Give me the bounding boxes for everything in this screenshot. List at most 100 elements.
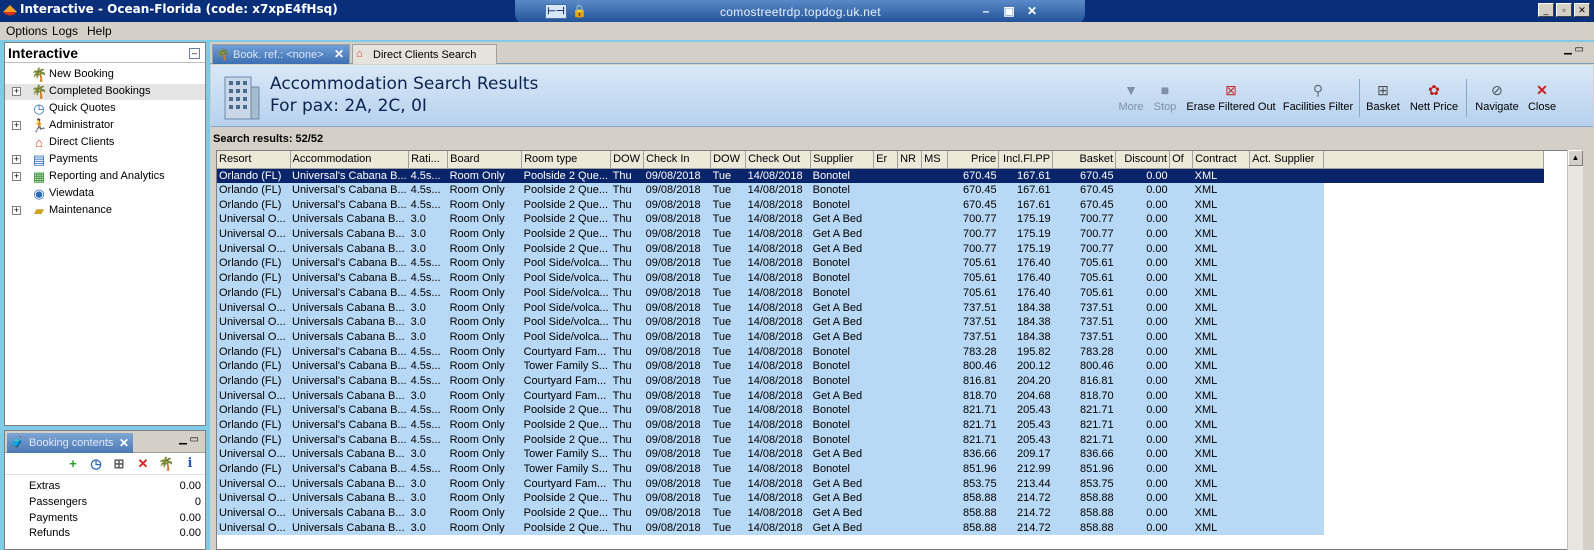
tab-booking-ref[interactable]: 🌴 Book. ref.: <none> ✕ xyxy=(212,44,350,64)
column-header[interactable]: Board xyxy=(447,151,523,169)
tab-direct-clients-search[interactable]: ⌂ Direct Clients Search xyxy=(352,44,497,64)
minimize-button[interactable]: _ xyxy=(1538,3,1554,17)
rdp-close-button[interactable]: ✕ xyxy=(1023,2,1041,20)
table-row[interactable]: Universal O... Universals Cabana B... 3.0 R… xyxy=(217,447,1544,462)
table-row[interactable]: Orlando (FL) Universal's Cabana B... 4.5s.… xyxy=(217,197,1544,213)
basket-button[interactable]: ⊞ Basket xyxy=(1365,79,1401,123)
column-header[interactable]: Accommodation xyxy=(290,151,410,169)
nav-item-maintenance[interactable]: + ▰ Maintenance xyxy=(5,203,205,219)
nav-item-reporting[interactable]: + ▦ Reporting and Analytics xyxy=(5,169,205,185)
table-row[interactable]: Orlando (FL) Universal's Cabana B... 4.5s.… xyxy=(217,403,1544,418)
column-header[interactable]: DOW xyxy=(710,151,747,169)
menu-help[interactable]: Help xyxy=(87,24,112,38)
table-row[interactable]: Universal O... Universals Cabana B... 3.0 R… xyxy=(217,300,1544,315)
expand-icon[interactable]: + xyxy=(12,155,21,164)
more-button[interactable]: ▼ More xyxy=(1116,79,1146,123)
close-button[interactable]: ✕ xyxy=(1574,3,1590,17)
table-cell: 670.45 xyxy=(947,168,999,183)
nav-item-quick-quotes[interactable]: ◷ Quick Quotes xyxy=(5,101,205,117)
column-header[interactable]: NR xyxy=(897,151,923,169)
table-cell: XML xyxy=(1192,212,1250,227)
table-row[interactable]: Orlando (FL) Universal's Cabana B... 4.5s.… xyxy=(217,285,1544,301)
column-header[interactable]: Supplier xyxy=(810,151,875,169)
collapse-icon[interactable]: – xyxy=(189,48,200,59)
table-cell: Tue xyxy=(710,168,746,183)
info-icon[interactable]: i xyxy=(182,456,198,472)
table-row[interactable]: Orlando (FL) Universal's Cabana B... 4.5s.… xyxy=(217,270,1544,286)
table-row[interactable]: Orlando (FL) Universal's Cabana B... 4.5s.… xyxy=(217,344,1544,359)
table-row[interactable]: Universal O... Universals Cabana B... 3.0 R… xyxy=(217,241,1544,257)
table-cell xyxy=(921,476,948,492)
clock-icon[interactable]: ◷ xyxy=(88,456,104,472)
table-row[interactable]: Universal O... Universals Cabana B... 3.0 R… xyxy=(217,226,1544,242)
rdp-restore-button[interactable]: ▣ xyxy=(1000,2,1018,20)
column-header[interactable]: Incl.Fl.PP xyxy=(998,151,1054,169)
facilities-filter-button[interactable]: ⚲ Facilities Filter xyxy=(1282,79,1354,123)
close-icon[interactable]: ✕ xyxy=(119,436,129,450)
panel-controls[interactable]: ▁ ▭ xyxy=(179,434,199,445)
column-header[interactable]: Contract xyxy=(1192,151,1251,169)
table-row[interactable]: Orlando (FL) Universal's Cabana B... 4.5s.… xyxy=(217,373,1544,389)
column-header[interactable]: Discount xyxy=(1115,151,1171,169)
table-row[interactable]: Universal O... Universals Cabana B... 3.0 R… xyxy=(217,476,1544,492)
rdp-minimize-button[interactable]: – xyxy=(977,2,995,20)
table-row[interactable]: Orlando (FL) Universal's Cabana B... 4.5s.… xyxy=(217,432,1544,448)
maximize-button[interactable]: ▫ xyxy=(1556,3,1572,17)
table-row[interactable]: Orlando (FL) Universal's Cabana B... 4.5s.… xyxy=(217,168,1544,183)
erase-filtered-out-button[interactable]: ⊠ Erase Filtered Out xyxy=(1184,79,1278,123)
booking-contents-tab[interactable]: 🧳 Booking contents ✕ xyxy=(7,433,133,453)
table-cell: 09/08/2018 xyxy=(643,505,711,521)
pin-icon[interactable]: ⊢⊣ xyxy=(545,4,567,19)
table-row[interactable]: Orlando (FL) Universal's Cabana B... 4.5s.… xyxy=(217,417,1544,433)
nav-item-completed-bookings[interactable]: + 🌴 Completed Bookings xyxy=(5,84,205,100)
menu-options[interactable]: Options xyxy=(6,24,47,38)
column-header[interactable]: DOW xyxy=(610,151,645,169)
column-header[interactable]: Check In xyxy=(643,151,712,169)
menu-logs[interactable]: Logs xyxy=(52,24,78,38)
table-row[interactable]: Universal O... Universals Cabana B... 3.0 R… xyxy=(217,505,1544,521)
column-header[interactable]: Er xyxy=(873,151,899,169)
column-header[interactable]: Room type xyxy=(521,151,612,169)
column-header[interactable]: Of xyxy=(1169,151,1194,169)
table-cell: 14/08/2018 xyxy=(745,373,811,389)
document-controls[interactable]: ▁ ▭ xyxy=(1564,44,1584,55)
nav-item-new-booking[interactable]: 🌴 New Booking xyxy=(5,67,205,83)
scroll-up-icon[interactable]: ▲ xyxy=(1568,150,1583,166)
table-row[interactable]: Orlando (FL) Universal's Cabana B... 4.5s.… xyxy=(217,256,1544,271)
expand-icon[interactable]: + xyxy=(12,206,21,215)
expand-icon[interactable]: + xyxy=(12,121,21,130)
nav-item-payments[interactable]: + ▤ Payments xyxy=(5,152,205,168)
table-row[interactable]: Universal O... Universals Cabana B... 3.0 R… xyxy=(217,520,1544,536)
tab-label: Book. ref.: <none> xyxy=(233,49,324,61)
column-header[interactable]: Act. Supplier xyxy=(1249,151,1325,169)
table-row[interactable]: Universal O... Universals Cabana B... 3.0 R… xyxy=(217,491,1544,506)
add-icon[interactable]: + xyxy=(65,456,81,472)
close-icon[interactable]: ✕ xyxy=(334,47,344,61)
table-row[interactable]: Universal O... Universals Cabana B... 3.0 R… xyxy=(217,212,1544,227)
expand-icon[interactable]: + xyxy=(12,87,21,96)
palm-tree-icon[interactable]: 🌴 xyxy=(158,456,174,472)
column-header[interactable]: Price xyxy=(947,151,1000,169)
table-row[interactable]: Orlando (FL) Universal's Cabana B... 4.5s.… xyxy=(217,461,1544,477)
column-header[interactable]: MS xyxy=(921,151,949,169)
navigate-button[interactable]: ⊘ Navigate xyxy=(1473,79,1521,123)
nett-price-button[interactable]: ✿ Nett Price xyxy=(1407,79,1461,123)
table-row[interactable]: Universal O... Universals Cabana B... 3.0 R… xyxy=(217,388,1544,403)
table-row[interactable]: Orlando (FL) Universal's Cabana B... 4.5s.… xyxy=(217,358,1544,374)
table-row[interactable]: Universal O... Universals Cabana B... 3.0 R… xyxy=(217,314,1544,330)
column-header[interactable]: Resort xyxy=(217,151,291,169)
table-row[interactable]: Orlando (FL) Universal's Cabana B... 4.5s.… xyxy=(217,182,1544,198)
column-header[interactable]: Basket xyxy=(1052,151,1117,169)
stop-button[interactable]: ■ Stop xyxy=(1150,79,1180,123)
vertical-scrollbar[interactable]: ▲ xyxy=(1567,150,1583,550)
nav-item-administrator[interactable]: + 🏃 Administrator xyxy=(5,118,205,134)
close-results-button[interactable]: ✕ Close xyxy=(1525,79,1559,123)
basket-add-icon[interactable]: ⊞ xyxy=(111,456,127,472)
nav-item-viewdata[interactable]: ◉ Viewdata xyxy=(5,186,205,202)
table-row[interactable]: Universal O... Universals Cabana B... 3.0 R… xyxy=(217,329,1544,345)
column-header[interactable]: Check Out xyxy=(745,151,812,169)
nav-item-direct-clients[interactable]: ⌂ Direct Clients xyxy=(5,135,205,151)
column-header[interactable]: Rati... xyxy=(408,151,449,169)
expand-icon[interactable]: + xyxy=(12,172,21,181)
delete-icon[interactable]: ✕ xyxy=(135,456,151,472)
